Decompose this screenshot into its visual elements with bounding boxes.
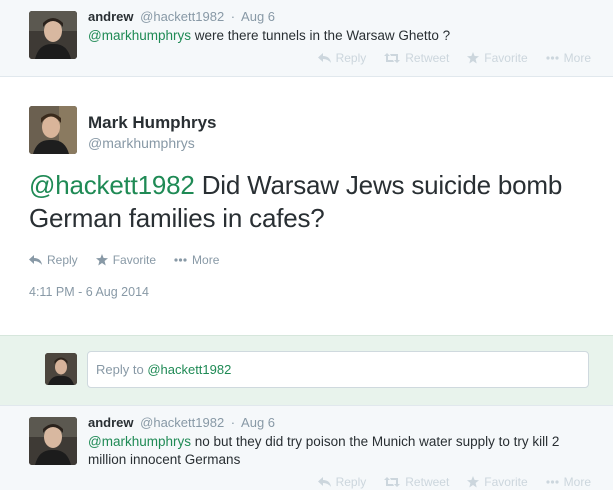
- tweet-header: andrew @hackett1982 · Aug 6: [88, 9, 275, 24]
- more-button[interactable]: More: [174, 253, 219, 267]
- separator-dot: ·: [230, 415, 236, 430]
- retweet-button[interactable]: Retweet: [384, 475, 449, 489]
- author-name[interactable]: Mark Humphrys: [88, 113, 216, 133]
- retweet-icon: [384, 53, 401, 63]
- reply-button[interactable]: Reply: [317, 51, 367, 65]
- author-handle[interactable]: @hackett1982: [140, 9, 224, 24]
- author-handle[interactable]: @hackett1982: [140, 415, 224, 430]
- tweet-actions: Reply Retweet Favorite More: [317, 51, 591, 65]
- more-label: More: [563, 51, 591, 65]
- separator-dot: ·: [230, 9, 236, 24]
- reply-icon: [317, 477, 331, 487]
- star-icon: [95, 254, 108, 266]
- retweet-icon: [384, 477, 401, 487]
- favorite-button[interactable]: Favorite: [467, 51, 528, 65]
- favorite-button[interactable]: Favorite: [95, 253, 157, 267]
- tweet-body: were there tunnels in the Warsaw Ghetto …: [190, 28, 451, 43]
- reply-label: Reply: [335, 51, 367, 65]
- retweet-button[interactable]: Retweet: [384, 51, 449, 65]
- retweet-label: Retweet: [405, 51, 450, 65]
- tweet-text: @hackett1982 Did Warsaw Jews suicide bom…: [29, 169, 589, 235]
- context-tweet-bottom[interactable]: andrew @hackett1982 · Aug 6 @markhumphry…: [0, 405, 613, 490]
- reply-icon: [29, 255, 42, 265]
- reply-button[interactable]: Reply: [29, 253, 78, 267]
- more-label: More: [192, 253, 220, 267]
- current-user-avatar: [45, 353, 77, 385]
- more-dots-icon: [546, 480, 559, 484]
- context-tweet-top[interactable]: andrew @hackett1982 · Aug 6 @markhumphry…: [0, 0, 613, 77]
- more-label: More: [563, 475, 591, 489]
- tweet-text: @markhumphrys no but they did try poison…: [88, 433, 598, 469]
- retweet-label: Retweet: [405, 475, 450, 489]
- tweet-header: andrew @hackett1982 · Aug 6: [88, 415, 275, 430]
- favorite-label: Favorite: [484, 51, 528, 65]
- avatar[interactable]: [29, 106, 77, 154]
- main-tweet: Mark Humphrys @markhumphrys @hackett1982…: [0, 77, 613, 335]
- tweet-timestamp[interactable]: 4:11 PM - 6 Aug 2014: [29, 285, 149, 299]
- tweet-text: @markhumphrys were there tunnels in the …: [88, 27, 598, 45]
- mention-link[interactable]: @markhumphrys: [88, 434, 191, 449]
- tweet-time[interactable]: Aug 6: [241, 9, 275, 24]
- favorite-button[interactable]: Favorite: [467, 475, 528, 489]
- tweet-actions: Reply Favorite More: [29, 253, 219, 267]
- author-name[interactable]: andrew: [88, 415, 134, 430]
- reply-box: Reply to @hackett1982: [0, 335, 613, 405]
- author-name[interactable]: andrew: [88, 9, 134, 24]
- reply-icon: [317, 53, 331, 63]
- star-icon: [467, 52, 480, 64]
- reply-label: Reply: [47, 253, 78, 267]
- more-dots-icon: [174, 258, 187, 262]
- more-dots-icon: [546, 56, 559, 60]
- tweet-actions: Reply Retweet Favorite More: [317, 475, 591, 489]
- avatar[interactable]: [29, 417, 77, 465]
- favorite-label: Favorite: [112, 253, 157, 267]
- mention-link[interactable]: @hackett1982: [29, 170, 195, 200]
- avatar[interactable]: [29, 11, 77, 59]
- reply-mention: @hackett1982: [147, 362, 232, 377]
- reply-button[interactable]: Reply: [317, 475, 367, 489]
- tweet-time[interactable]: Aug 6: [241, 415, 275, 430]
- reply-label: Reply: [335, 475, 367, 489]
- more-button[interactable]: More: [546, 475, 591, 489]
- mention-link[interactable]: @markhumphrys: [88, 28, 191, 43]
- star-icon: [467, 476, 480, 488]
- reply-input[interactable]: Reply to @hackett1982: [87, 351, 589, 388]
- more-button[interactable]: More: [546, 51, 591, 65]
- reply-placeholder: Reply to: [96, 362, 148, 377]
- favorite-label: Favorite: [484, 475, 528, 489]
- author-handle[interactable]: @markhumphrys: [88, 135, 195, 151]
